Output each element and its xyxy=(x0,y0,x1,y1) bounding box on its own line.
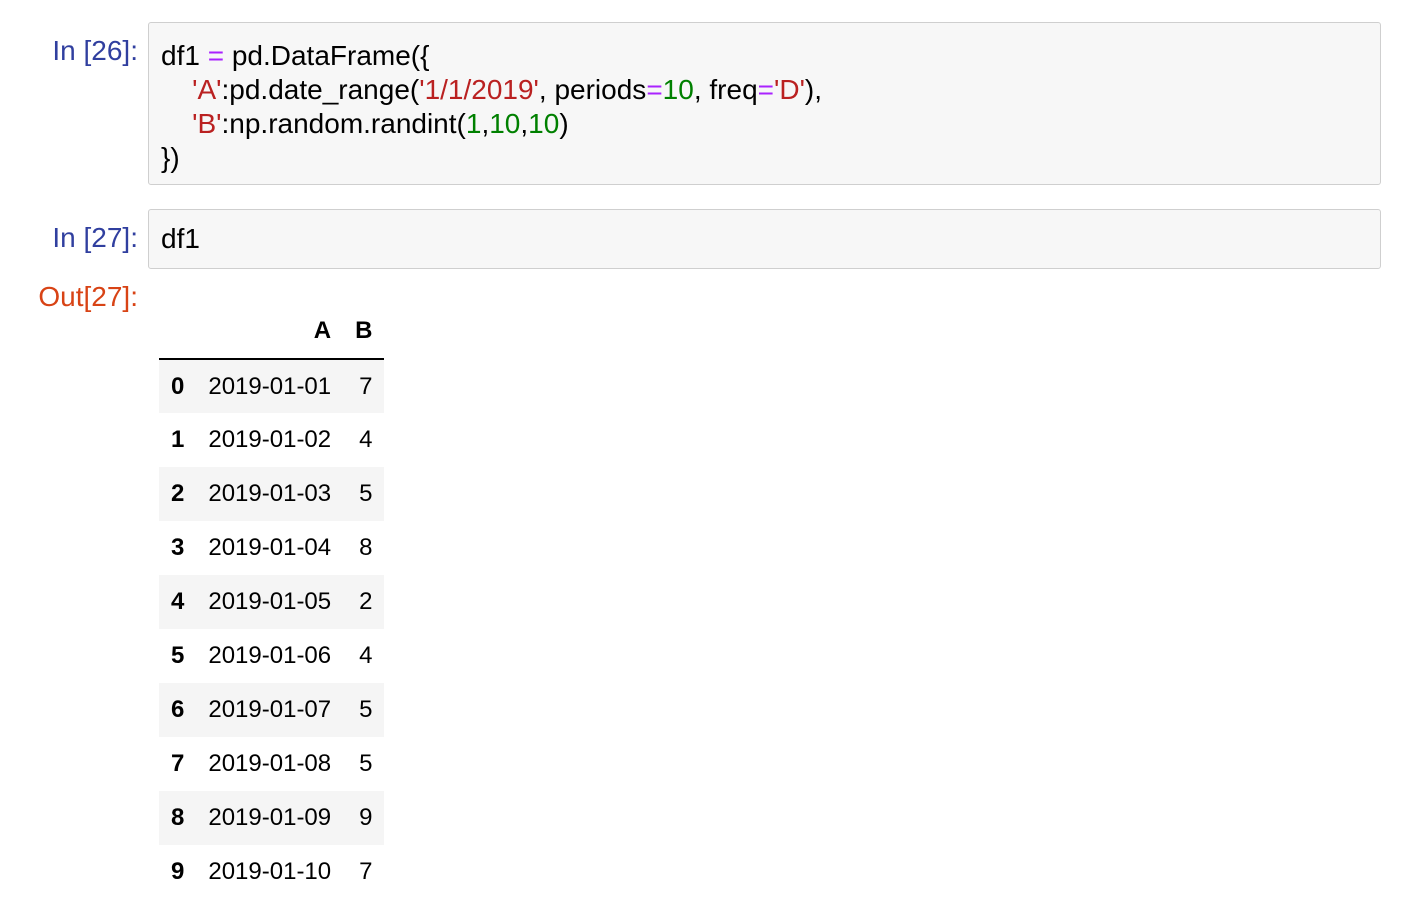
row-index: 7 xyxy=(171,750,185,777)
code-token: }) xyxy=(161,142,180,173)
code-token: ), xyxy=(804,74,823,105)
cell-a: 2019-01-07 xyxy=(208,696,332,723)
code-token: :np.random.randint( xyxy=(221,108,466,139)
cell-a: 2019-01-06 xyxy=(208,642,332,669)
code-token: 10 xyxy=(528,108,560,139)
table-row: 5 2019-01-06 4 xyxy=(159,629,384,683)
code-token: 10 xyxy=(489,108,521,139)
code-token: , xyxy=(520,108,529,139)
row-index: 4 xyxy=(171,588,185,615)
code-token: pd.DataFrame({ xyxy=(224,40,430,71)
input-prompt-27: In [27]: xyxy=(52,222,138,253)
cell-b: 2 xyxy=(359,588,373,615)
code-token: 'B' xyxy=(192,108,222,139)
cell-b: 4 xyxy=(359,426,373,453)
code-token: df1 xyxy=(161,40,208,71)
cell-b: 7 xyxy=(359,858,373,885)
cell-a: 2019-01-04 xyxy=(208,534,332,561)
table-row: 4 2019-01-05 2 xyxy=(159,575,385,629)
table-row: 9 2019-01-10 7 xyxy=(159,845,384,899)
cell-a: 2019-01-08 xyxy=(208,750,332,777)
cell-b: 7 xyxy=(359,372,373,400)
code-editor-26[interactable]: df1 = pd.DataFrame({ 'A':pd.date_range('… xyxy=(149,39,1380,175)
code-token: 'D' xyxy=(774,74,805,105)
code-cell-26[interactable]: df1 = pd.DataFrame({ 'A':pd.date_range('… xyxy=(148,22,1381,185)
table-row: 7 2019-01-08 5 xyxy=(159,737,384,791)
index-header xyxy=(159,304,197,360)
code-editor-27[interactable]: df1 xyxy=(149,222,1380,256)
cell-b: 9 xyxy=(359,804,373,831)
cell-b: 4 xyxy=(359,642,373,669)
table-row: 8 2019-01-09 9 xyxy=(159,791,385,845)
dataframe-table: A B 0 2019-01-01 7 1 2019-01-02 4 2 2019-01-03 5… xyxy=(159,304,385,899)
cell-b: 8 xyxy=(359,534,373,561)
row-index: 8 xyxy=(171,804,185,831)
output-prompt-27: Out[27]: xyxy=(38,281,138,312)
row-index: 2 xyxy=(171,480,185,507)
code-cell-27[interactable]: df1 xyxy=(148,209,1381,269)
cell-a: 2019-01-05 xyxy=(208,588,332,615)
cell-b: 5 xyxy=(359,696,373,723)
cell-b: 5 xyxy=(359,480,373,507)
code-token: , periods xyxy=(538,74,647,105)
code-token: = xyxy=(646,74,663,105)
code-token: 1 xyxy=(465,108,482,139)
code-token: :pd.date_range( xyxy=(221,74,420,105)
cell-a: 2019-01-10 xyxy=(208,858,332,885)
row-index: 0 xyxy=(171,372,185,400)
cell-a: 2019-01-01 xyxy=(208,372,332,400)
code-token: 'A' xyxy=(192,74,222,105)
table-header-row: A B xyxy=(159,304,385,360)
row-index: 3 xyxy=(171,534,185,561)
code-token: = xyxy=(757,74,774,105)
input-prompt-26: In [26]: xyxy=(52,35,138,66)
table-row: 6 2019-01-07 5 xyxy=(159,683,385,737)
table-body: 0 2019-01-01 7 1 2019-01-02 4 2 2019-01-03 5 3 201… xyxy=(159,359,385,899)
cell-a: 2019-01-03 xyxy=(208,480,332,507)
code-token: ) xyxy=(559,108,569,139)
table-row: 3 2019-01-04 8 xyxy=(159,521,384,575)
cell-a: 2019-01-02 xyxy=(208,426,332,453)
row-index: 5 xyxy=(171,642,185,669)
code-token: 10 xyxy=(662,74,694,105)
row-index: 6 xyxy=(171,696,185,723)
cell-b: 5 xyxy=(359,750,373,777)
row-index: 9 xyxy=(171,858,185,885)
code-token: = xyxy=(207,40,225,71)
cell-a: 2019-01-09 xyxy=(208,804,332,831)
code-token: , freq xyxy=(693,74,758,105)
column-header-a: A xyxy=(196,304,344,360)
row-index: 1 xyxy=(171,426,185,453)
table-row: 1 2019-01-02 4 xyxy=(159,413,384,467)
code-token: '1/1/2019' xyxy=(419,74,539,105)
table-row: 0 2019-01-01 7 xyxy=(159,359,385,413)
table-row: 2 2019-01-03 5 xyxy=(159,467,385,521)
column-header-b: B xyxy=(343,304,385,360)
